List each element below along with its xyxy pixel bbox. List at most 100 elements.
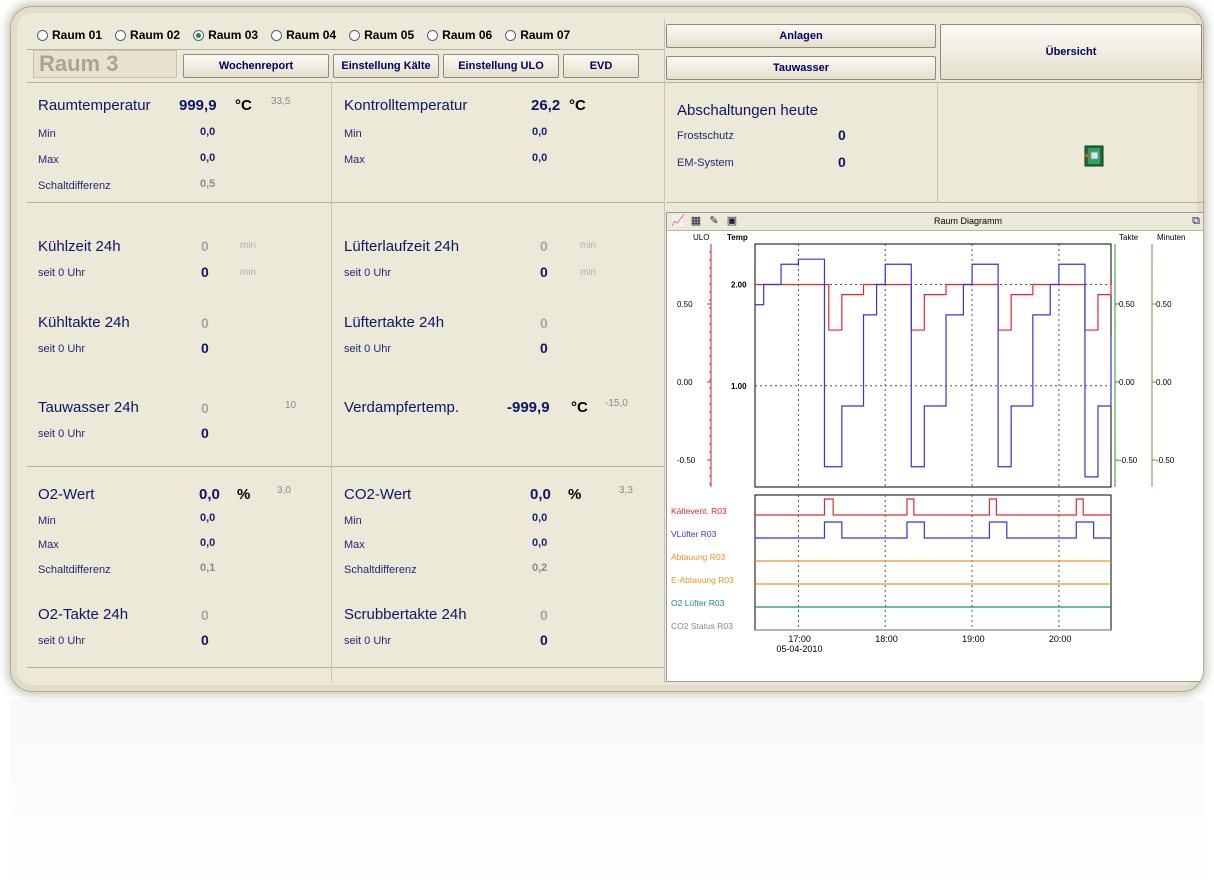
raumtemp-diff-label: Schaltdifferenz — [38, 180, 111, 192]
kuehlzeit-value: 0 — [201, 238, 209, 254]
tools-icon[interactable]: ✎ — [707, 215, 721, 228]
ulo-tick-label: 0.50 — [677, 300, 693, 309]
kontrolltemp-value: 26,2 — [531, 97, 561, 114]
ulo-tick-label: 0.00 — [677, 378, 693, 387]
abschaltungen-title: Abschaltungen heute — [677, 102, 818, 119]
o2-value: 0,0 — [199, 486, 220, 503]
verdampfer-setpoint: -15,0 — [605, 398, 628, 409]
luefertakte-title: Lüftertakte 24h — [344, 314, 445, 331]
co2-max: 0,0 — [532, 537, 548, 549]
print-icon[interactable]: ▣ — [725, 215, 739, 228]
kuehlzeit-title: Kühlzeit 24h — [38, 238, 121, 255]
uebersicht-button[interactable]: Übersicht — [940, 24, 1202, 80]
kontrolltemp-unit: °C — [569, 97, 586, 114]
verdampfer-title: Verdampfertemp. — [344, 399, 460, 416]
digital-series-label: Kältevent. R03 — [671, 506, 727, 516]
kuehltakte-since: 0 — [201, 340, 209, 356]
scrubber-title: Scrubbertakte 24h — [344, 606, 467, 623]
room-radio-4[interactable]: Raum 04 — [271, 28, 336, 42]
door-icon[interactable] — [1084, 145, 1104, 167]
restore-window-icon[interactable]: ⧉ — [1189, 215, 1203, 228]
einstellung-ulo-button[interactable]: Einstellung ULO — [443, 54, 559, 78]
room-radio-3[interactable]: Raum 03 — [193, 28, 258, 42]
room-radio-label: Raum 03 — [208, 28, 259, 42]
verdampfer-value: -999,9 — [507, 399, 550, 416]
minuten-tick-label: 0.00 — [1156, 378, 1172, 387]
divider — [331, 83, 332, 683]
room-radio-5[interactable]: Raum 05 — [349, 28, 414, 42]
temp-tick-label: 1.00 — [731, 382, 747, 391]
em-system-value: 0 — [838, 154, 846, 170]
o2takte-title: O2-Takte 24h — [38, 606, 129, 623]
frostschutz-label: Frostschutz — [677, 130, 734, 142]
chart-toolbar: 📈 ▦ ✎ ▣ Raum Diagramm ⧉ — [667, 213, 1203, 231]
minuten-tick-label: 0.50 — [1156, 300, 1172, 309]
kontrolltemp-max-label: Max — [344, 154, 365, 166]
radio-dot[interactable] — [115, 29, 127, 41]
line-chart-icon[interactable]: 📈 — [671, 215, 685, 228]
table-icon[interactable]: ▦ — [689, 215, 703, 228]
kuehlzeit-since: 0 — [201, 264, 209, 280]
em-system-label: EM-System — [677, 157, 734, 169]
room-radio-label: Raum 05 — [364, 28, 415, 42]
einstellung-kaelte-button[interactable]: Einstellung Kälte — [333, 54, 439, 78]
co2-min-label: Min — [344, 515, 362, 527]
room-title: Raum 3 — [33, 50, 177, 78]
tauwasser-since-label: seit 0 Uhr — [38, 428, 86, 440]
kuehlzeit-since-label: seit 0 Uhr — [38, 267, 86, 279]
kontrolltemp-max: 0,0 — [532, 152, 548, 164]
tauwasser-since: 0 — [201, 425, 209, 441]
digital-series-label: O2 Lüfter R03 — [671, 598, 725, 608]
o2-min: 0,0 — [200, 512, 216, 524]
raumtemp-value: 999,9 — [179, 97, 217, 114]
kuehltakte-value: 0 — [201, 315, 209, 331]
kuehlzeit-unit: min — [240, 240, 257, 251]
wochenreport-button[interactable]: Wochenreport — [183, 54, 329, 78]
kontrolltemp-min-label: Min — [344, 128, 362, 140]
x-tick-label: 17:00 — [788, 634, 811, 644]
room-radio-1[interactable]: Raum 01 — [37, 28, 102, 42]
room-radio-7[interactable]: Raum 07 — [505, 28, 570, 42]
ulo-axis-label: ULO — [693, 233, 709, 242]
o2-title: O2-Wert — [38, 486, 95, 503]
takte-axis-label: Takte — [1119, 233, 1139, 242]
chart-canvas: ULO Temp Takte Minuten 0.50 0.00 -0.50 0.50 0.00… — [671, 233, 1185, 654]
digital-series-label: Abtauung R03 — [671, 552, 726, 562]
room-radio-label: Raum 04 — [286, 28, 337, 42]
luefterlauf-since: 0 — [540, 264, 548, 280]
chart-title: Raum Diagramm — [934, 216, 1003, 226]
scrubber-value: 0 — [540, 607, 548, 623]
luefterlauf-since-unit: min — [580, 267, 597, 278]
radio-dot[interactable] — [349, 29, 361, 41]
radio-dot[interactable] — [37, 29, 48, 41]
divider — [27, 49, 665, 50]
radio-dot[interactable] — [193, 29, 205, 41]
anlagen-button[interactable]: Anlagen — [666, 24, 936, 48]
radio-dot[interactable] — [427, 29, 439, 41]
room-radio-label: Raum 07 — [520, 28, 571, 42]
tauwasser-button[interactable]: Tauwasser — [666, 56, 936, 80]
verdampfer-unit: °C — [571, 399, 588, 416]
divider — [27, 667, 665, 668]
o2-diff: 0,1 — [200, 562, 216, 574]
o2takte-since-label: seit 0 Uhr — [38, 635, 86, 647]
room-radio-6[interactable]: Raum 06 — [427, 28, 492, 42]
kuehlzeit-since-unit: min — [240, 267, 257, 278]
digital-series-label: E-Abtauung R03 — [671, 575, 734, 585]
scrubber-since: 0 — [540, 632, 548, 648]
room-radio-label: Raum 02 — [130, 28, 181, 42]
evd-button[interactable]: EVD — [563, 54, 639, 78]
takte-tick-label: 0.50 — [1119, 300, 1135, 309]
co2-value: 0,0 — [530, 486, 551, 503]
room-radio-2[interactable]: Raum 02 — [115, 28, 180, 42]
radio-dot[interactable] — [271, 29, 283, 41]
divider — [937, 83, 938, 203]
luefterlauf-value: 0 — [540, 238, 548, 254]
co2-diff: 0,2 — [532, 562, 548, 574]
co2-unit: % — [568, 486, 582, 503]
radio-dot[interactable] — [505, 29, 517, 41]
x-date-label: 05-04-2010 — [776, 644, 822, 654]
luefertakte-since-label: seit 0 Uhr — [344, 343, 392, 355]
raum-diagramm[interactable]: 📈 ▦ ✎ ▣ Raum Diagramm ⧉ ULO Temp Takte Minu… — [666, 212, 1203, 682]
raumtemp-diff: 0,5 — [200, 178, 216, 190]
